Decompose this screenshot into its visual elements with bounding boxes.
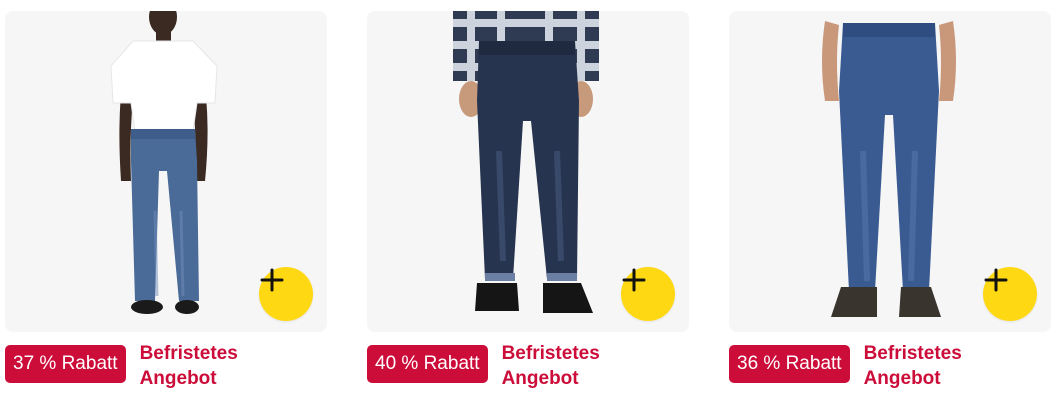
add-to-cart-button[interactable] xyxy=(983,267,1037,321)
discount-badge: 37 % Rabatt xyxy=(5,345,126,383)
discount-badge: 40 % Rabatt xyxy=(367,345,488,383)
deal-row: 36 % Rabatt Befristetes Angebot xyxy=(729,341,1051,391)
add-to-cart-button[interactable] xyxy=(259,267,313,321)
product-image-box[interactable] xyxy=(729,11,1051,332)
discount-badge: 36 % Rabatt xyxy=(729,345,850,383)
product-card[interactable]: 40 % Rabatt Befristetes Angebot xyxy=(367,11,689,391)
product-card[interactable]: 36 % Rabatt Befristetes Angebot xyxy=(729,11,1051,391)
product-image-box[interactable] xyxy=(5,11,327,332)
product-card[interactable]: 37 % Rabatt Befristetes Angebot xyxy=(5,11,327,391)
deal-row: 37 % Rabatt Befristetes Angebot xyxy=(5,341,327,391)
limited-deal-label: Befristetes Angebot xyxy=(501,343,600,389)
add-to-cart-button[interactable] xyxy=(621,267,675,321)
plus-icon xyxy=(260,268,284,292)
product-image-box[interactable] xyxy=(367,11,689,332)
plus-icon xyxy=(622,268,646,292)
limited-deal-label: Befristetes Angebot xyxy=(139,343,238,389)
deal-row: 40 % Rabatt Befristetes Angebot xyxy=(367,341,689,391)
limited-deal-label: Befristetes Angebot xyxy=(863,343,962,389)
plus-icon xyxy=(984,268,1008,292)
